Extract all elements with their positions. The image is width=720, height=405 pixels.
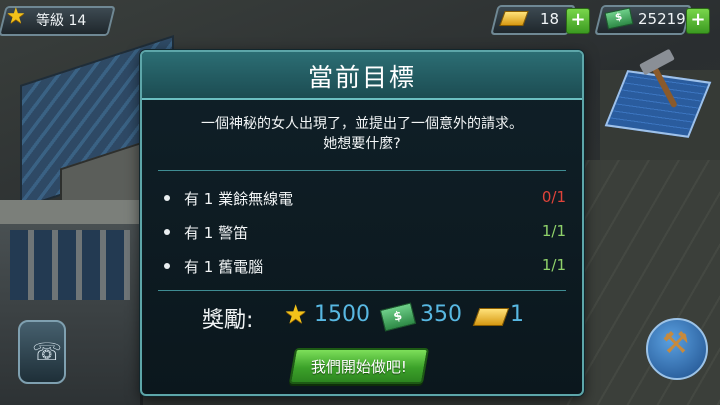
phone-button[interactable]: ☏: [18, 320, 66, 384]
objective-label: 有 1 業餘無線電: [184, 190, 294, 208]
story-line-2: 她想要什麼?: [323, 136, 401, 152]
add-cash-button[interactable]: +: [686, 8, 710, 34]
objective-item: 有 1 舊電腦 1/1: [158, 250, 566, 284]
auction-button[interactable]: ⚒: [646, 318, 708, 380]
top-hud: ★ 等級 14 18 + $ 25219 +: [0, 0, 720, 38]
dialog-title: 當前目標: [307, 63, 416, 92]
reward-gold-icon: [472, 308, 510, 326]
bullet-icon: [164, 195, 170, 201]
objective-dialog: 當前目標 一個神秘的女人出現了，並提出了一個意外的請求。 她想要什麼? 有 1 …: [140, 50, 584, 396]
objective-list: 有 1 業餘無線電 0/1 有 1 警笛 1/1 有 1 舊電腦 1/1: [158, 182, 566, 284]
rewards-row: 獎勵: ★ 1500 $ 350 1: [142, 300, 582, 336]
reward-gold: 1: [510, 302, 524, 327]
story-text: 一個神秘的女人出現了，並提出了一個意外的請求。 她想要什麼?: [156, 114, 568, 154]
start-button[interactable]: 我們開始做吧!: [288, 348, 430, 384]
start-button-label: 我們開始做吧!: [310, 358, 407, 376]
objective-progress: 1/1: [541, 256, 566, 274]
gold-value: 18: [540, 10, 560, 28]
reward-cash: 350: [420, 302, 462, 327]
level-label: 等級 14: [36, 13, 87, 29]
cash-counter: $ 25219 +: [594, 5, 710, 35]
objective-label: 有 1 警笛: [184, 224, 249, 242]
star-icon: ★: [6, 4, 26, 29]
story-line-1: 一個神秘的女人出現了，並提出了一個意外的請求。: [201, 116, 523, 132]
xp-star-icon: ★: [284, 300, 308, 330]
objective-item: 有 1 業餘無線電 0/1: [158, 182, 566, 216]
reward-xp: 1500: [314, 302, 370, 327]
objective-progress: 1/1: [541, 222, 566, 240]
divider-bottom: [158, 290, 566, 291]
cash-value: 25219: [638, 10, 686, 28]
bullet-icon: [164, 229, 170, 235]
bullet-icon: [164, 263, 170, 269]
objective-label: 有 1 舊電腦: [184, 258, 264, 276]
objective-item: 有 1 警笛 1/1: [158, 216, 566, 250]
phone-icon: ☏: [32, 338, 63, 366]
add-gold-button[interactable]: +: [566, 8, 590, 34]
divider-top: [158, 170, 566, 171]
dialog-header: 當前目標: [142, 52, 582, 100]
rewards-label: 獎勵:: [202, 308, 254, 333]
objective-progress: 0/1: [541, 188, 566, 206]
gold-counter: 18 +: [490, 5, 590, 35]
reward-cash-icon: $: [379, 302, 417, 332]
gavel-icon: ⚒: [662, 326, 689, 361]
